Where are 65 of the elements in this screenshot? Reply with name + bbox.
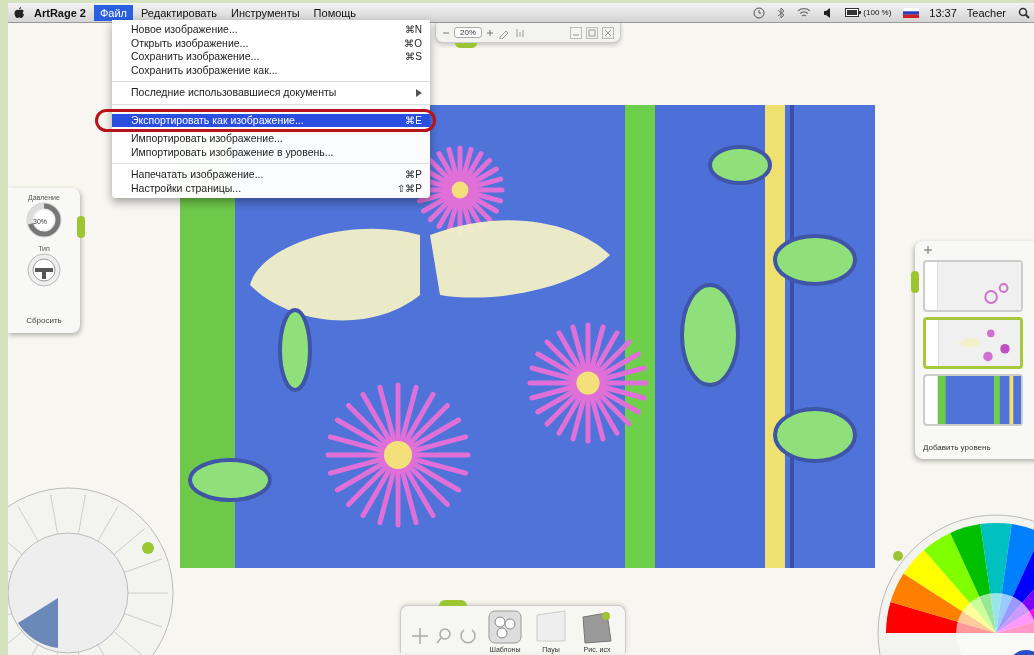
battery-icon[interactable] <box>845 8 862 17</box>
add-icon[interactable] <box>923 245 933 255</box>
shortcut: ⌘P <box>405 168 422 182</box>
menu-item-label: Последние использовавшиеся документы <box>131 86 337 100</box>
bluetooth-icon[interactable] <box>777 6 786 19</box>
shortcut: ⇧⌘P <box>397 181 422 195</box>
panel-handle[interactable] <box>455 43 477 48</box>
bars-icon[interactable] <box>514 26 526 39</box>
menu-item[interactable]: Новое изображение... ⌘N <box>112 23 430 37</box>
menu-item[interactable]: Импортировать изображение в уровень... <box>112 145 430 159</box>
menu-item-label: Новое изображение... <box>131 23 238 37</box>
layer-thumbnail[interactable] <box>923 260 1023 312</box>
menu-item-label: Напечатать изображение... <box>131 168 264 182</box>
minimize-icon[interactable] <box>570 26 582 39</box>
menu-item[interactable]: Экспортировать как изображение... ⌘E <box>112 113 430 127</box>
zoom-icon[interactable] <box>435 627 453 645</box>
panel-handle[interactable] <box>439 600 467 606</box>
menu-item-label: Импортировать изображение в уровень... <box>131 145 334 159</box>
clock-icon[interactable] <box>753 6 766 19</box>
shortcut: ⌘O <box>404 36 422 50</box>
menu-item-label: Сохранить изображение как... <box>131 63 278 77</box>
menu-item-label: Экспортировать как изображение... <box>131 113 304 127</box>
app-menu[interactable]: ArtRage 2 <box>28 4 92 21</box>
menu-item[interactable]: Напечатать изображение... ⌘P <box>112 168 430 182</box>
clock-time[interactable]: 13:37 <box>929 6 957 19</box>
menu-item[interactable]: Помощь <box>307 4 363 21</box>
tracing-icon <box>533 609 569 645</box>
add-layer-button[interactable]: Добавить уровень <box>923 443 1034 452</box>
layer-thumbnail[interactable] <box>923 317 1023 369</box>
panel-handle[interactable] <box>77 216 85 238</box>
apple-icon[interactable] <box>12 5 26 20</box>
menu-item[interactable]: Импортировать изображение... <box>112 132 430 146</box>
type-dial[interactable] <box>26 252 62 288</box>
move-icon[interactable] <box>411 627 429 645</box>
menu-item[interactable]: Настройки страницы... ⇧⌘P <box>112 181 430 195</box>
panel-handle[interactable] <box>911 271 919 293</box>
menu-item-label: Открыть изображение... <box>131 36 249 50</box>
rotate-icon[interactable] <box>459 627 477 645</box>
battery-percent: (100 %) <box>863 8 892 17</box>
user-name[interactable]: Teacher <box>966 6 1006 19</box>
plus-icon[interactable] <box>486 28 494 37</box>
shortcut: ⌘E <box>405 113 422 127</box>
close-icon[interactable] <box>602 26 614 39</box>
menu-item-label: Сохранить изображение... <box>131 50 260 64</box>
stencil-icon <box>487 609 523 645</box>
flag-icon[interactable] <box>903 7 920 18</box>
shortcut: ⌘S <box>405 50 422 64</box>
menu-item[interactable]: Инструменты <box>225 4 306 21</box>
menu-item[interactable]: Редактировать <box>135 4 223 21</box>
menu-item-label: Настройки страницы... <box>131 181 242 195</box>
menu-item[interactable]: Последние использовавшиеся документы <box>112 86 430 100</box>
zoom-field[interactable]: 20% <box>454 27 482 38</box>
menu-item[interactable]: Открыть изображение... ⌘O <box>112 36 430 50</box>
menu-item[interactable]: Сохранить изображение... ⌘S <box>112 50 430 64</box>
reference-icon <box>579 609 615 645</box>
menu-item[interactable]: Сохранить изображение как... <box>112 63 430 77</box>
wifi-icon[interactable] <box>797 7 812 18</box>
menu-item[interactable]: Файл <box>93 4 133 21</box>
reset-button[interactable]: Сбросить <box>26 316 62 325</box>
layer-thumbnail[interactable] <box>923 374 1023 426</box>
submenu-arrow-icon <box>416 88 422 97</box>
search-icon[interactable] <box>1018 6 1030 19</box>
menu-item-label: Импортировать изображение... <box>131 132 283 146</box>
maximize-icon[interactable] <box>586 26 598 39</box>
shortcut: ⌘N <box>404 23 422 37</box>
